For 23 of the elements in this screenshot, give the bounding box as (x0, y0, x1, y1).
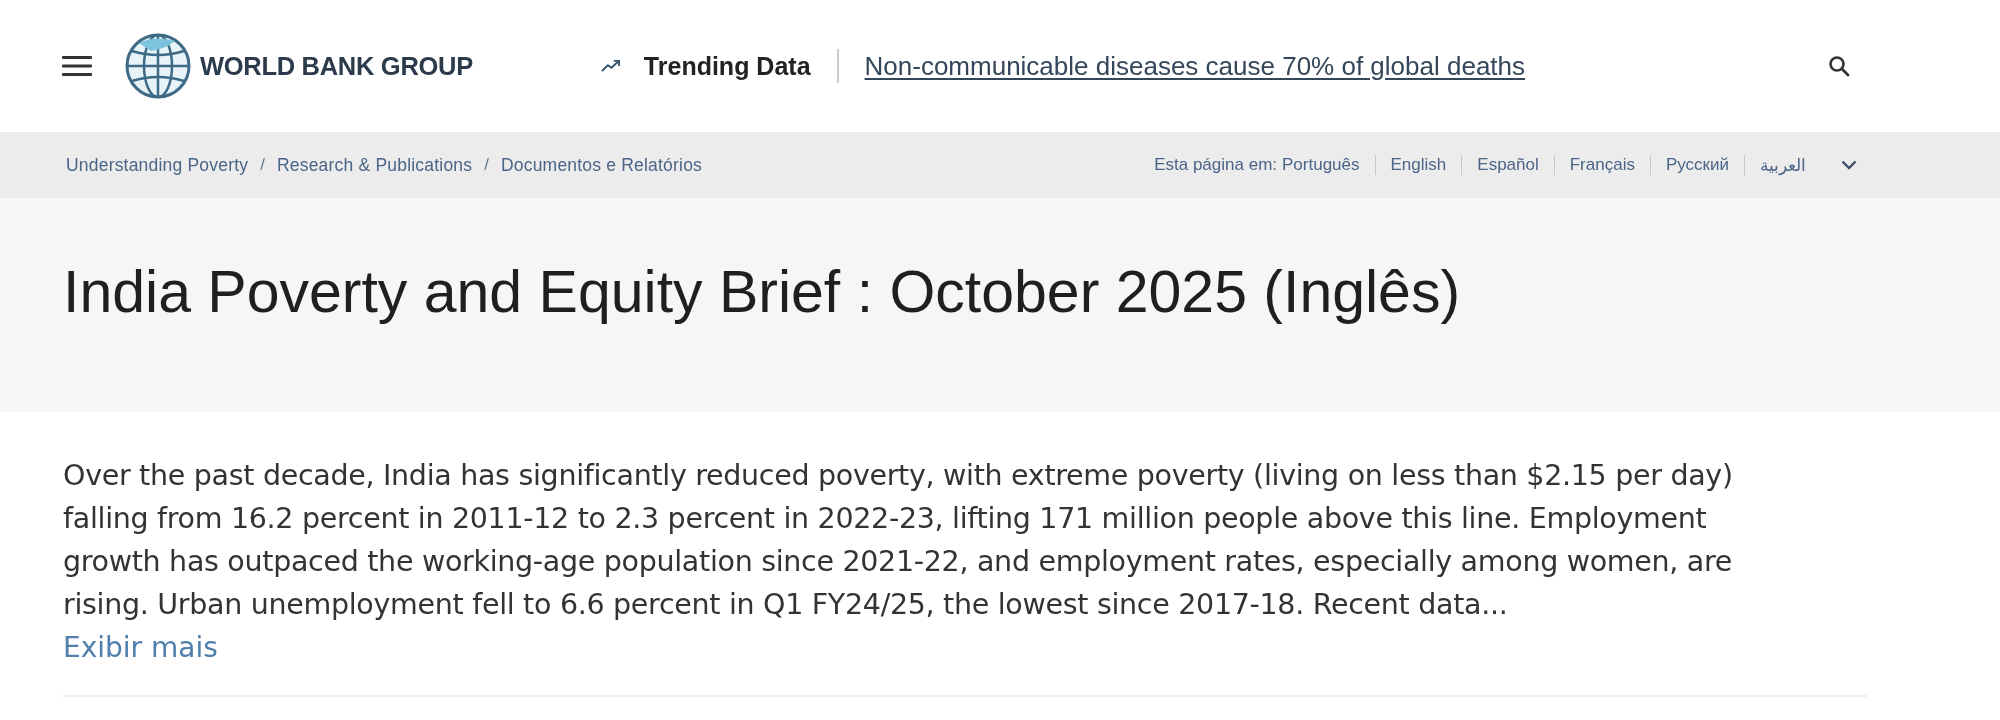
language-link[interactable]: Français (1553, 155, 1650, 175)
globe-icon (125, 33, 191, 99)
language-link[interactable]: Español (1461, 155, 1554, 175)
language-link[interactable]: English (1374, 155, 1462, 175)
breadcrumb-separator: / (484, 155, 489, 175)
chevron-icon[interactable] (1841, 160, 1857, 170)
page-title: India Poverty and Equity Brief : October 2025 (Inglês) (63, 258, 1461, 326)
headline-link[interactable]: Non-communicable diseases cause 70% of global deaths (864, 50, 1526, 82)
language-link[interactable]: Português (1282, 155, 1375, 175)
language-link[interactable]: Русский (1649, 155, 1744, 175)
language-link[interactable]: العربية (1744, 154, 1821, 176)
language-label: Esta página em: (1154, 155, 1278, 175)
summary-text: Over the past decade, India has significantly reduced poverty, with extreme poverty (living on less than $2.15 per day) falling from 16.2 percent in 2011-12 to 2.3 percent in 2022-23, lifting 171 million people above this line. Employment growth has outpaced the working-age population since 2021-22, and employment rates, especially among women, are rising. Urban unemployment fell to 6.6 percent in Q1 FY24/25, the lowest since 2017-18. Recent data... (63, 458, 1734, 623)
logo-link[interactable]: WORLD BANK GROUP (125, 33, 473, 99)
breadcrumb-link[interactable]: Documentos e Relatórios (500, 154, 703, 176)
breadcrumb-separator: / (260, 155, 265, 175)
trending-label: Trending Data (643, 51, 811, 81)
search-icon[interactable] (1828, 55, 1850, 77)
breadcrumb-link[interactable]: Research & Publications (276, 154, 473, 176)
menu-icon[interactable] (62, 55, 92, 77)
trend-line-icon (600, 60, 620, 72)
show-more-link[interactable]: Exibir mais (63, 626, 218, 669)
breadcrumb-link[interactable]: Understanding Poverty (66, 154, 249, 176)
